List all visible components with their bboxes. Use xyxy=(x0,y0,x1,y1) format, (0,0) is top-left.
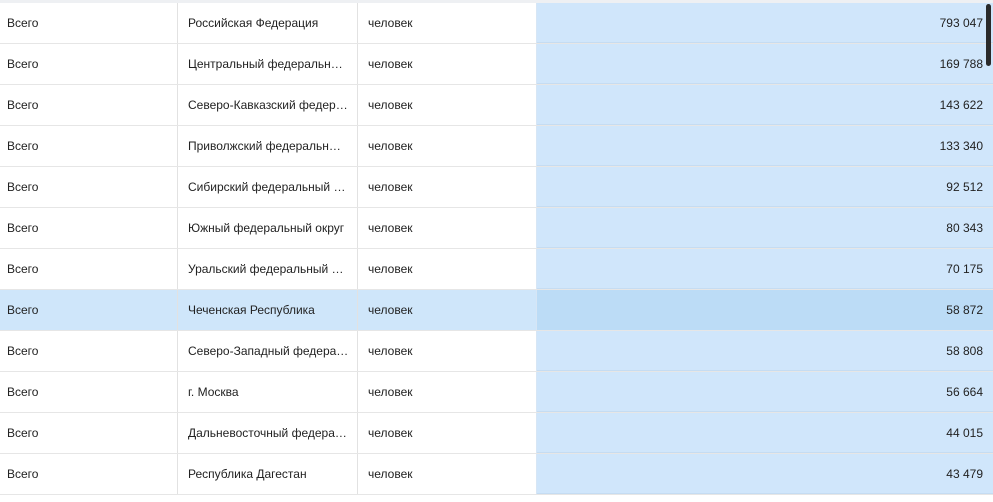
region-cell[interactable]: Центральный федеральный… xyxy=(178,44,358,84)
table-row[interactable]: Всего Республика Дагестан человек 43 479 xyxy=(0,454,993,495)
table-row[interactable]: Всего Чеченская Республика человек 58 87… xyxy=(0,290,993,331)
value-cell[interactable]: 58 872 xyxy=(537,290,993,330)
vertical-scrollbar-thumb[interactable] xyxy=(986,4,991,66)
value-cell[interactable]: 793 047 xyxy=(537,3,993,43)
category-cell[interactable]: Всего xyxy=(0,372,178,412)
vertical-scrollbar-track[interactable] xyxy=(984,3,993,502)
table-row[interactable]: Всего Российская Федерация человек 793 0… xyxy=(0,3,993,44)
value-cell[interactable]: 58 808 xyxy=(537,331,993,371)
region-cell[interactable]: Северо-Кавказский федера… xyxy=(178,85,358,125)
region-cell[interactable]: Уральский федеральный ок… xyxy=(178,249,358,289)
data-grid: Всего Российская Федерация человек 793 0… xyxy=(0,0,993,502)
unit-cell[interactable]: человек xyxy=(358,208,537,248)
value-cell[interactable]: 80 343 xyxy=(537,208,993,248)
region-cell[interactable]: г. Москва xyxy=(178,372,358,412)
value-cell[interactable]: 56 664 xyxy=(537,372,993,412)
category-cell[interactable]: Всего xyxy=(0,413,178,453)
value-cell[interactable]: 143 622 xyxy=(537,85,993,125)
region-cell[interactable]: Северо-Западный федерал… xyxy=(178,331,358,371)
category-cell[interactable]: Всего xyxy=(0,126,178,166)
table-row[interactable]: Всего Сибирский федеральный ок… человек … xyxy=(0,167,993,208)
category-cell[interactable]: Всего xyxy=(0,167,178,207)
table-row[interactable]: Всего Приволжский федеральный… человек 1… xyxy=(0,126,993,167)
unit-cell[interactable]: человек xyxy=(358,85,537,125)
table-row[interactable]: Всего Северо-Кавказский федера… человек … xyxy=(0,85,993,126)
region-cell[interactable]: Чеченская Республика xyxy=(178,290,358,330)
table-row[interactable]: Всего Дальневосточный федерал… человек 4… xyxy=(0,413,993,454)
value-cell[interactable]: 43 479 xyxy=(537,454,993,494)
category-cell[interactable]: Всего xyxy=(0,249,178,289)
table-row[interactable]: Всего Южный федеральный округ человек 80… xyxy=(0,208,993,249)
value-cell[interactable]: 133 340 xyxy=(537,126,993,166)
region-cell[interactable]: Дальневосточный федерал… xyxy=(178,413,358,453)
unit-cell[interactable]: человек xyxy=(358,290,537,330)
category-cell[interactable]: Всего xyxy=(0,208,178,248)
value-cell[interactable]: 169 788 xyxy=(537,44,993,84)
category-cell[interactable]: Всего xyxy=(0,85,178,125)
unit-cell[interactable]: человек xyxy=(358,413,537,453)
table-row[interactable]: Всего Северо-Западный федерал… человек 5… xyxy=(0,331,993,372)
unit-cell[interactable]: человек xyxy=(358,3,537,43)
region-cell[interactable]: Сибирский федеральный ок… xyxy=(178,167,358,207)
value-cell[interactable]: 70 175 xyxy=(537,249,993,289)
region-cell[interactable]: Приволжский федеральный… xyxy=(178,126,358,166)
unit-cell[interactable]: человек xyxy=(358,372,537,412)
category-cell[interactable]: Всего xyxy=(0,454,178,494)
unit-cell[interactable]: человек xyxy=(358,167,537,207)
category-cell[interactable]: Всего xyxy=(0,44,178,84)
value-cell[interactable]: 92 512 xyxy=(537,167,993,207)
region-cell[interactable]: Российская Федерация xyxy=(178,3,358,43)
region-cell[interactable]: Республика Дагестан xyxy=(178,454,358,494)
unit-cell[interactable]: человек xyxy=(358,249,537,289)
value-cell[interactable]: 44 015 xyxy=(537,413,993,453)
category-cell[interactable]: Всего xyxy=(0,331,178,371)
table-row[interactable]: Всего Центральный федеральный… человек 1… xyxy=(0,44,993,85)
unit-cell[interactable]: человек xyxy=(358,454,537,494)
table-row[interactable]: Всего Уральский федеральный ок… человек … xyxy=(0,249,993,290)
region-cell[interactable]: Южный федеральный округ xyxy=(178,208,358,248)
grid-rows: Всего Российская Федерация человек 793 0… xyxy=(0,3,993,495)
category-cell[interactable]: Всего xyxy=(0,3,178,43)
category-cell[interactable]: Всего xyxy=(0,290,178,330)
unit-cell[interactable]: человек xyxy=(358,44,537,84)
unit-cell[interactable]: человек xyxy=(358,331,537,371)
table-row[interactable]: Всего г. Москва человек 56 664 xyxy=(0,372,993,413)
unit-cell[interactable]: человек xyxy=(358,126,537,166)
